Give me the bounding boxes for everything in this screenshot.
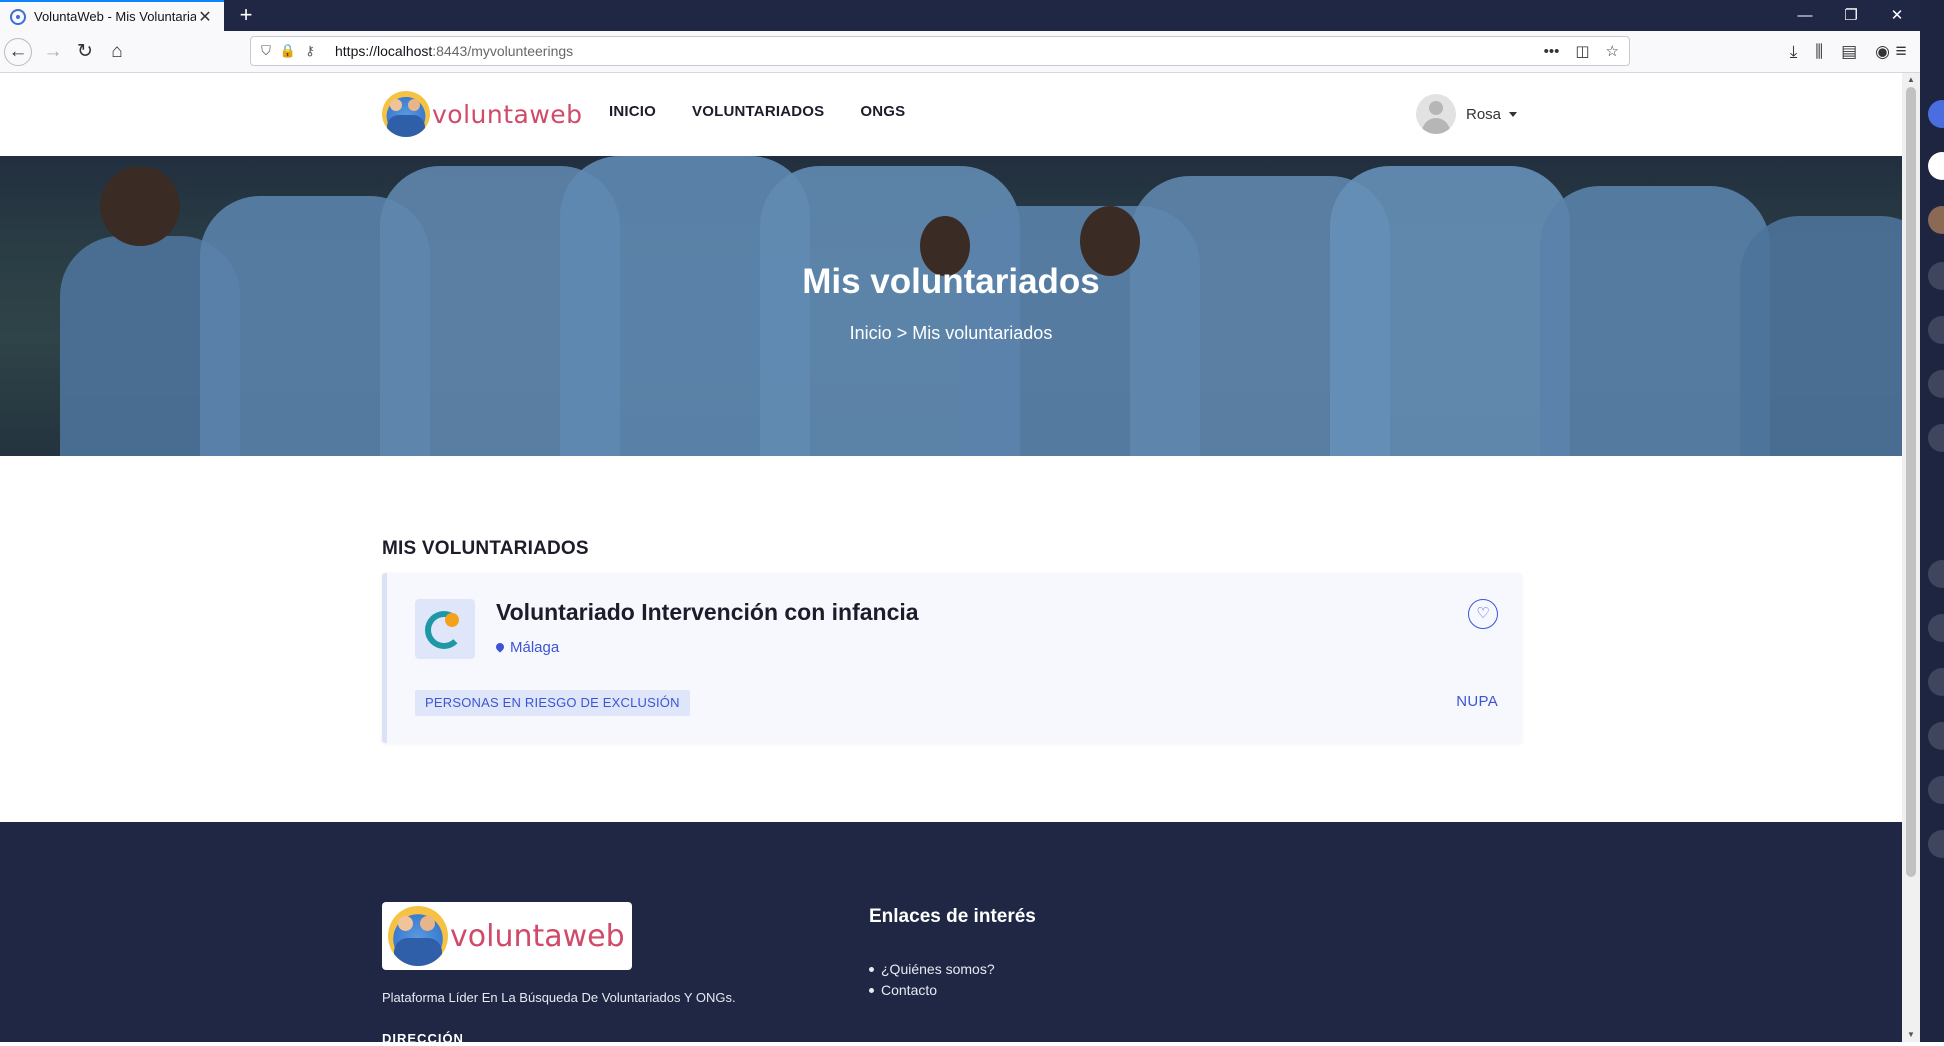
- map-pin-icon: [494, 640, 506, 653]
- breadcrumb-current: Mis voluntariados: [912, 323, 1053, 343]
- hero-banner: Mis voluntariados Inicio > Mis voluntari…: [0, 156, 1902, 456]
- pocket-icon[interactable]: ◫: [1575, 42, 1589, 60]
- shield-icon[interactable]: ⛉: [255, 43, 277, 59]
- footer-logo-faces-icon: [388, 906, 448, 966]
- volunteering-card[interactable]: Voluntariado Intervención con infancia M…: [382, 573, 1522, 743]
- restore-icon[interactable]: ❐: [1828, 0, 1874, 31]
- site-favicon-icon: [10, 8, 26, 25]
- volunteering-title[interactable]: Voluntariado Intervención con infancia: [496, 599, 919, 626]
- footer-links: ¿Quiénes somos? Contacto: [869, 961, 995, 1003]
- footer-logo[interactable]: voluntaweb: [382, 902, 632, 970]
- footer-tagline: Plataforma Líder En La Búsqueda De Volun…: [382, 990, 736, 1005]
- footer-logo-wordmark: voluntaweb: [450, 918, 625, 954]
- site-footer: voluntaweb Plataforma Líder En La Búsque…: [0, 822, 1902, 1046]
- ong-link[interactable]: NUPA: [1456, 693, 1498, 710]
- nav-inicio[interactable]: INICIO: [609, 103, 656, 120]
- back-icon[interactable]: ←: [4, 38, 32, 66]
- footer-address-label: DIRECCIÓN: [382, 1031, 464, 1046]
- page-title: Mis voluntariados: [802, 262, 1100, 301]
- address-bar[interactable]: ⛉ 🔒 ⚷ https://localhost:8443/myvolunteer…: [250, 36, 1630, 66]
- browser-toolbar: ← → ↻ ⌂ ⛉ 🔒 ⚷ https://localhost:8443/myv…: [0, 31, 1944, 73]
- footer-link-contact[interactable]: Contacto: [869, 982, 995, 998]
- key-icon[interactable]: ⚷: [299, 43, 321, 59]
- browser-tab[interactable]: VoluntaWeb - Mis Voluntariado ✕: [0, 0, 224, 31]
- window-close-icon[interactable]: ✕: [1874, 0, 1920, 31]
- home-icon[interactable]: ⌂: [102, 37, 132, 67]
- url-text[interactable]: https://localhost:8443/myvolunteerings: [335, 43, 573, 59]
- tab-title: VoluntaWeb - Mis Voluntariado: [34, 9, 196, 24]
- category-badge: PERSONAS EN RIESGO DE EXCLUSIÓN: [415, 690, 690, 716]
- footer-link-about[interactable]: ¿Quiénes somos?: [869, 961, 995, 977]
- logo-faces-icon: [382, 91, 430, 137]
- scroll-up-icon[interactable]: ▲: [1902, 73, 1920, 87]
- breadcrumb: Inicio > Mis voluntariados: [0, 323, 1902, 344]
- page-scrollbar[interactable]: ▲ ▼: [1902, 73, 1920, 1042]
- sidebar-icon[interactable]: ▤: [1841, 42, 1857, 62]
- location-text: Málaga: [510, 639, 560, 656]
- bookmark-star-icon[interactable]: ☆: [1606, 42, 1619, 60]
- site-header: voluntaweb INICIO VOLUNTARIADOS ONGS Ros…: [0, 73, 1902, 156]
- lock-warning-icon[interactable]: 🔒: [277, 43, 299, 59]
- page-actions-icon[interactable]: •••: [1544, 43, 1560, 60]
- scroll-down-icon[interactable]: ▼: [1902, 1028, 1920, 1042]
- chevron-down-icon: [1509, 111, 1518, 117]
- nav-ongs[interactable]: ONGS: [860, 103, 905, 120]
- heart-icon[interactable]: ♡: [1468, 599, 1498, 629]
- user-menu[interactable]: Rosa: [1416, 94, 1518, 134]
- main-nav: INICIO VOLUNTARIADOS ONGS: [609, 103, 905, 120]
- volunteering-location: Málaga: [494, 639, 560, 656]
- browser-tab-bar: VoluntaWeb - Mis Voluntariado ✕ + — ❐ ✕: [0, 0, 1944, 31]
- org-logo: [415, 599, 475, 659]
- nav-voluntariados[interactable]: VOLUNTARIADOS: [692, 103, 824, 120]
- minimize-icon[interactable]: —: [1782, 0, 1828, 31]
- section-title: MIS VOLUNTARIADOS: [382, 538, 589, 559]
- avatar: [1416, 94, 1456, 134]
- logo-wordmark: voluntaweb: [432, 99, 583, 129]
- reload-icon[interactable]: ↻: [70, 37, 100, 67]
- site-logo[interactable]: voluntaweb: [382, 91, 583, 137]
- forward-icon[interactable]: →: [38, 37, 68, 67]
- tab-close-icon[interactable]: ✕: [196, 7, 214, 27]
- breadcrumb-separator: >: [896, 323, 908, 343]
- scrollbar-thumb[interactable]: [1906, 87, 1916, 877]
- downloads-icon[interactable]: ⤓: [1790, 42, 1798, 62]
- footer-links-title: Enlaces de interés: [869, 906, 1036, 927]
- menu-icon[interactable]: ≡: [1886, 37, 1916, 67]
- breadcrumb-home[interactable]: Inicio: [850, 323, 892, 343]
- user-name: Rosa: [1466, 105, 1502, 123]
- new-tab-button[interactable]: +: [230, 0, 262, 31]
- desktop-side-strip: [1920, 0, 1944, 1042]
- library-icon[interactable]: ⫼: [1815, 42, 1823, 62]
